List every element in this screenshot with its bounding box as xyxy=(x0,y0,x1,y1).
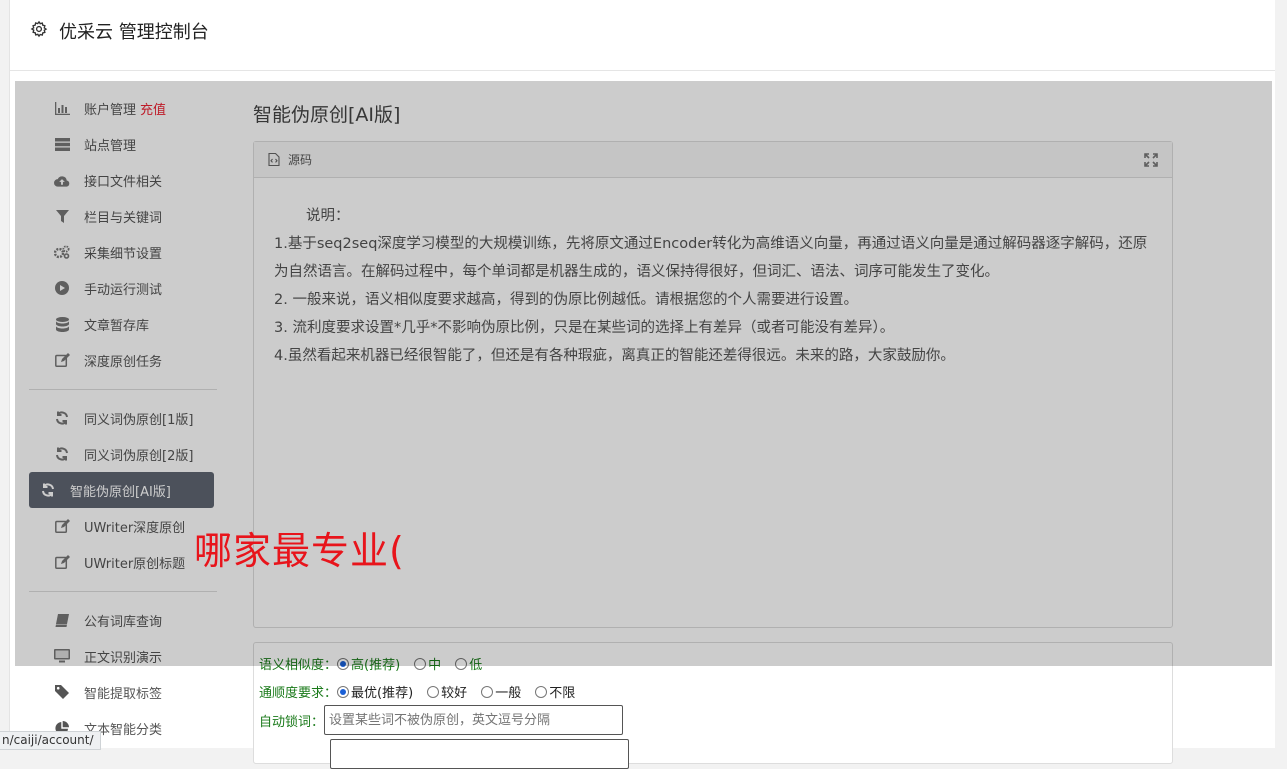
fluency-any-option[interactable]: 不限 xyxy=(535,682,575,701)
modal-overlay xyxy=(15,81,1272,666)
lock-words-row: 自动锁词： xyxy=(259,705,624,735)
option-label: 不限 xyxy=(549,686,576,701)
option-label: 最优(推荐) xyxy=(351,686,414,701)
watermark-text: 哪家最专业( xyxy=(194,529,405,573)
extra-input[interactable] xyxy=(330,739,629,769)
scrollbar[interactable] xyxy=(1275,0,1287,748)
gear-icon xyxy=(30,20,48,38)
extra-input-row xyxy=(259,739,629,769)
fluency-best-option[interactable]: 最优(推荐) xyxy=(337,682,413,701)
option-label: 较好 xyxy=(441,686,468,701)
radio-button[interactable] xyxy=(535,685,548,698)
fluency-label: 通顺度要求： xyxy=(259,686,338,701)
radio-button[interactable] xyxy=(481,685,494,698)
radio-button[interactable] xyxy=(427,685,440,698)
sidebar-item-label: 智能提取标签 xyxy=(84,686,163,702)
fluency-normal-option[interactable]: 一般 xyxy=(481,682,521,701)
fluency-good-option[interactable]: 较好 xyxy=(427,682,467,701)
radio-button[interactable] xyxy=(337,685,350,698)
app-header: 优采云 管理控制台 xyxy=(10,0,1276,71)
sidebar-item-tag-extract[interactable]: 智能提取标签 xyxy=(29,674,228,710)
tag-icon xyxy=(54,684,70,700)
fluency-row: 通顺度要求： 最优(推荐) 较好 一般 不限 xyxy=(259,682,589,701)
option-label: 一般 xyxy=(495,686,522,701)
page-header-title: 优采云 管理控制台 xyxy=(59,22,209,43)
lock-words-label: 自动锁词： xyxy=(259,714,325,730)
link-status-bar: n/caiji/account/ xyxy=(0,731,101,750)
lock-words-input[interactable] xyxy=(324,705,624,735)
